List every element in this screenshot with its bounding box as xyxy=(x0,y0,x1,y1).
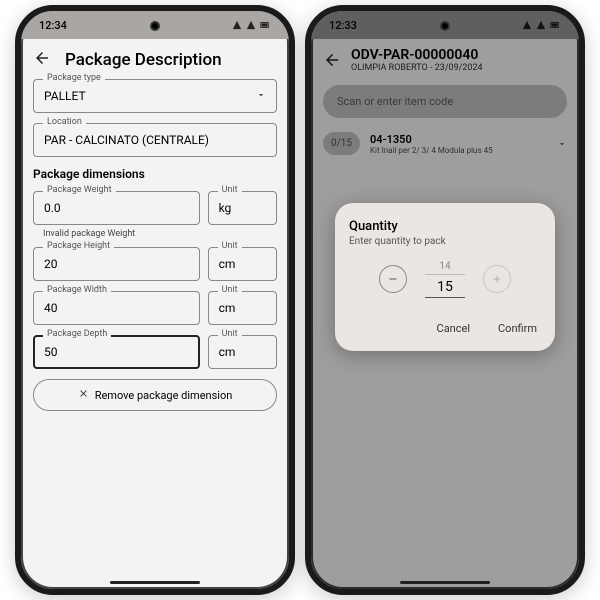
confirm-button[interactable]: Confirm xyxy=(494,316,541,341)
height-unit-field[interactable]: Unit cm xyxy=(208,247,277,281)
home-indicator[interactable] xyxy=(400,581,490,584)
decrement-button[interactable] xyxy=(379,265,407,293)
quantity-dialog: Quantity Enter quantity to pack 14 15 Ca… xyxy=(335,203,555,351)
status-icons xyxy=(231,20,271,30)
status-time: 12:34 xyxy=(39,19,67,32)
package-type-value: PALLET xyxy=(44,89,86,103)
camera-cutout xyxy=(150,21,160,31)
quantity-input[interactable]: 14 15 xyxy=(425,261,465,298)
weight-error: Invalid package Weight xyxy=(43,229,277,239)
dropdown-icon xyxy=(256,89,266,103)
page-title: Package Description xyxy=(65,50,222,70)
dialog-title: Quantity xyxy=(349,219,541,234)
dimensions-heading: Package dimensions xyxy=(33,167,277,181)
weight-field[interactable]: Package Weight 0.0 xyxy=(33,191,200,225)
increment-button[interactable] xyxy=(483,265,511,293)
form-content: Package type PALLET Location PAR - CALCI… xyxy=(21,79,289,411)
width-unit-field[interactable]: Unit cm xyxy=(208,291,277,325)
field-label: Location xyxy=(43,117,86,127)
weight-unit-field[interactable]: Unit kg xyxy=(208,191,277,225)
phone-right: 12:33 ODV-PAR-00000040 OLIMPIA ROBERTO -… xyxy=(305,5,585,595)
field-label: Package type xyxy=(43,73,105,83)
camera-cutout xyxy=(440,21,450,31)
package-type-field[interactable]: Package type PALLET xyxy=(33,79,277,113)
depth-field[interactable]: Package Depth 50 xyxy=(33,335,200,369)
back-icon[interactable] xyxy=(33,49,51,71)
phone-left: 12:34 Package Description Package type P… xyxy=(15,5,295,595)
depth-unit-field[interactable]: Unit cm xyxy=(208,335,277,369)
cancel-button[interactable]: Cancel xyxy=(433,316,474,341)
remove-dimension-button[interactable]: Remove package dimension xyxy=(33,379,277,411)
location-field[interactable]: Location PAR - CALCINATO (CENTRALE) xyxy=(33,123,277,157)
height-field[interactable]: Package Height 20 xyxy=(33,247,200,281)
width-field[interactable]: Package Width 40 xyxy=(33,291,200,325)
close-icon xyxy=(78,388,89,402)
dialog-subtitle: Enter quantity to pack xyxy=(349,236,541,247)
location-value: PAR - CALCINATO (CENTRALE) xyxy=(44,133,209,147)
home-indicator[interactable] xyxy=(110,581,200,584)
